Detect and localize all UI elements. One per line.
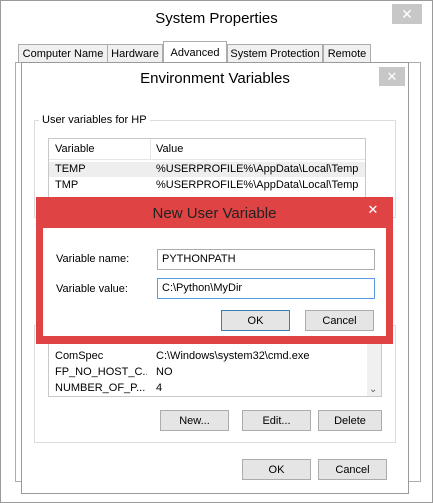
tab-computer-name[interactable]: Computer Name bbox=[18, 44, 108, 63]
variable-value-input[interactable]: C:\Python\MyDir bbox=[157, 278, 375, 299]
new-variable-button[interactable]: New... bbox=[160, 410, 229, 431]
dialog-content: Variable name: PYTHONPATH Variable value… bbox=[43, 228, 386, 336]
column-header-variable[interactable]: Variable bbox=[55, 143, 95, 155]
close-icon: ✕ bbox=[401, 6, 413, 22]
tab-system-protection[interactable]: System Protection bbox=[227, 44, 323, 63]
variable-name-input[interactable]: PYTHONPATH bbox=[157, 249, 375, 270]
system-properties-title: System Properties bbox=[155, 10, 278, 27]
tab-remote[interactable]: Remote bbox=[323, 44, 371, 63]
close-icon: ✕ bbox=[386, 68, 398, 84]
environment-variables-title: Environment Variables bbox=[140, 70, 290, 87]
table-row[interactable]: ComSpec C:\Windows\system32\cmd.exe bbox=[49, 349, 381, 364]
variable-name-label: Variable name: bbox=[56, 253, 130, 265]
new-user-variable-close-button[interactable]: ✕ bbox=[358, 200, 388, 219]
table-row[interactable]: NUMBER_OF_P... 4 bbox=[49, 381, 381, 396]
tab-advanced[interactable]: Advanced bbox=[163, 41, 227, 63]
edit-variable-button[interactable]: Edit... bbox=[242, 410, 311, 431]
new-var-ok-button[interactable]: OK bbox=[221, 310, 290, 331]
environment-variables-close-button[interactable]: ✕ bbox=[379, 67, 405, 86]
new-var-cancel-button[interactable]: Cancel bbox=[305, 310, 374, 331]
env-cancel-button[interactable]: Cancel bbox=[318, 459, 387, 480]
new-user-variable-title: New User Variable bbox=[152, 205, 277, 222]
column-header-value[interactable]: Value bbox=[156, 143, 183, 155]
user-variables-label: User variables for HP bbox=[39, 114, 150, 126]
scroll-down-icon[interactable]: ⌄ bbox=[369, 384, 377, 395]
table-row[interactable]: FP_NO_HOST_C... NO bbox=[49, 365, 381, 380]
env-ok-button[interactable]: OK bbox=[242, 459, 311, 480]
close-icon: ✕ bbox=[367, 201, 379, 217]
column-divider bbox=[150, 139, 151, 159]
new-user-variable-dialog: New User Variable ✕ Variable name: PYTHO… bbox=[36, 197, 393, 344]
table-row[interactable]: TEMP %USERPROFILE%\AppData\Local\Temp bbox=[49, 162, 365, 177]
table-row[interactable]: TMP %USERPROFILE%\AppData\Local\Temp bbox=[49, 178, 365, 193]
tab-hardware[interactable]: Hardware bbox=[107, 44, 163, 63]
delete-variable-button[interactable]: Delete bbox=[318, 410, 382, 431]
variable-value-label: Variable value: bbox=[56, 283, 128, 295]
list-header: Variable Value bbox=[49, 139, 365, 160]
system-properties-close-button[interactable]: ✕ bbox=[392, 4, 422, 24]
